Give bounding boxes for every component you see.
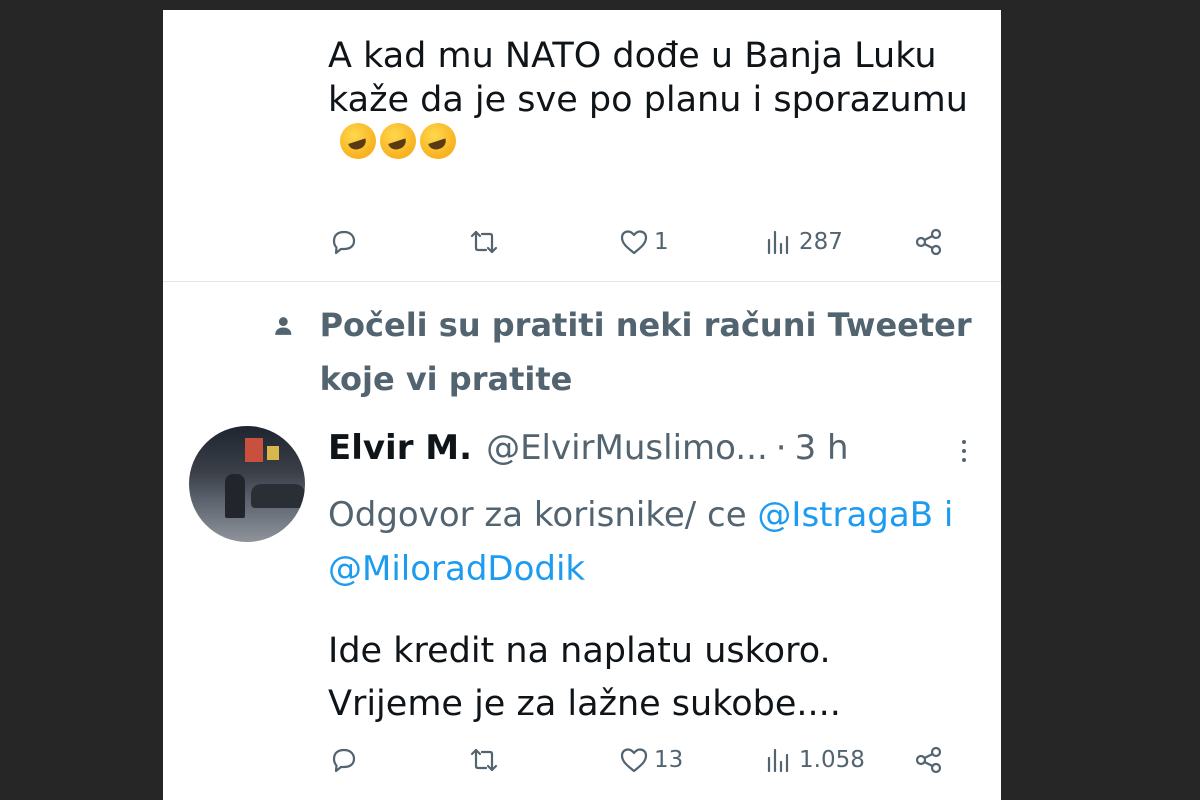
reply-context: Odgovor za korisnike/ ce @IstragaB i @Mi… [328, 488, 968, 596]
share-button[interactable] [913, 222, 945, 262]
mention-istragab[interactable]: @IstragaB [757, 495, 933, 535]
rolling-laughing-emoji-icon [420, 123, 456, 159]
share-icon [915, 746, 942, 774]
tweet-1-text: A kad mu NATO dođe u Banja Luku kaže da … [328, 34, 968, 166]
author-name[interactable]: Elvir M. [328, 428, 472, 468]
like-button[interactable]: 1 [618, 222, 669, 262]
tweet-2-text: Ide kredit na naplatu uskoro. Vrijeme je… [328, 631, 841, 724]
reply-prefix: Odgovor za korisnike/ ce [328, 495, 747, 535]
views-icon [767, 230, 789, 255]
views-button[interactable]: 1.058 [763, 740, 865, 780]
rolling-laughing-emoji-icon [380, 123, 416, 159]
author-handle[interactable]: @ElvirMuslimo... [486, 428, 768, 468]
like-count: 13 [654, 747, 684, 773]
views-icon [767, 748, 789, 773]
reply-button[interactable] [328, 222, 360, 262]
retweet-icon [470, 230, 498, 254]
rolling-laughing-emoji-icon [340, 123, 376, 159]
retweet-icon [470, 748, 498, 772]
retweet-button[interactable] [468, 740, 500, 780]
share-button[interactable] [913, 740, 945, 780]
separator-dot: · [775, 428, 787, 468]
retweet-button[interactable] [468, 222, 500, 262]
like-button[interactable]: 13 [618, 740, 683, 780]
timeline-card: A kad mu NATO dođe u Banja Luku kaže da … [163, 10, 1001, 800]
views-button[interactable]: 287 [763, 222, 843, 262]
view-count: 287 [799, 229, 843, 255]
tweet-1-body: A kad mu NATO dođe u Banja Luku kaže da … [328, 36, 968, 120]
mention-conjunction: i [943, 495, 954, 535]
reply-icon [332, 230, 356, 255]
social-context: Počeli su pratiti neki računi Tweeter ko… [273, 306, 993, 406]
tweet-1-actions: 1 287 [328, 222, 968, 262]
reply-button[interactable] [328, 740, 360, 780]
like-icon [620, 230, 648, 255]
tweet-time[interactable]: 3 h [795, 428, 849, 468]
like-icon [620, 748, 648, 773]
more-icon[interactable] [956, 436, 972, 466]
tweet-divider [163, 281, 1001, 282]
mention-miloraddodik[interactable]: @MiloradDodik [328, 549, 585, 589]
share-icon [915, 228, 942, 256]
avatar[interactable] [189, 426, 305, 542]
reply-icon [332, 748, 356, 773]
social-context-text: Počeli su pratiti neki računi Tweeter ko… [319, 306, 972, 398]
view-count: 1.058 [799, 747, 865, 773]
tweet-2-actions: 13 1.058 [328, 740, 968, 780]
person-icon [275, 317, 292, 335]
like-count: 1 [654, 229, 669, 255]
tweet-2-header: Elvir M. @ElvirMuslimo... · 3 h [328, 428, 968, 472]
